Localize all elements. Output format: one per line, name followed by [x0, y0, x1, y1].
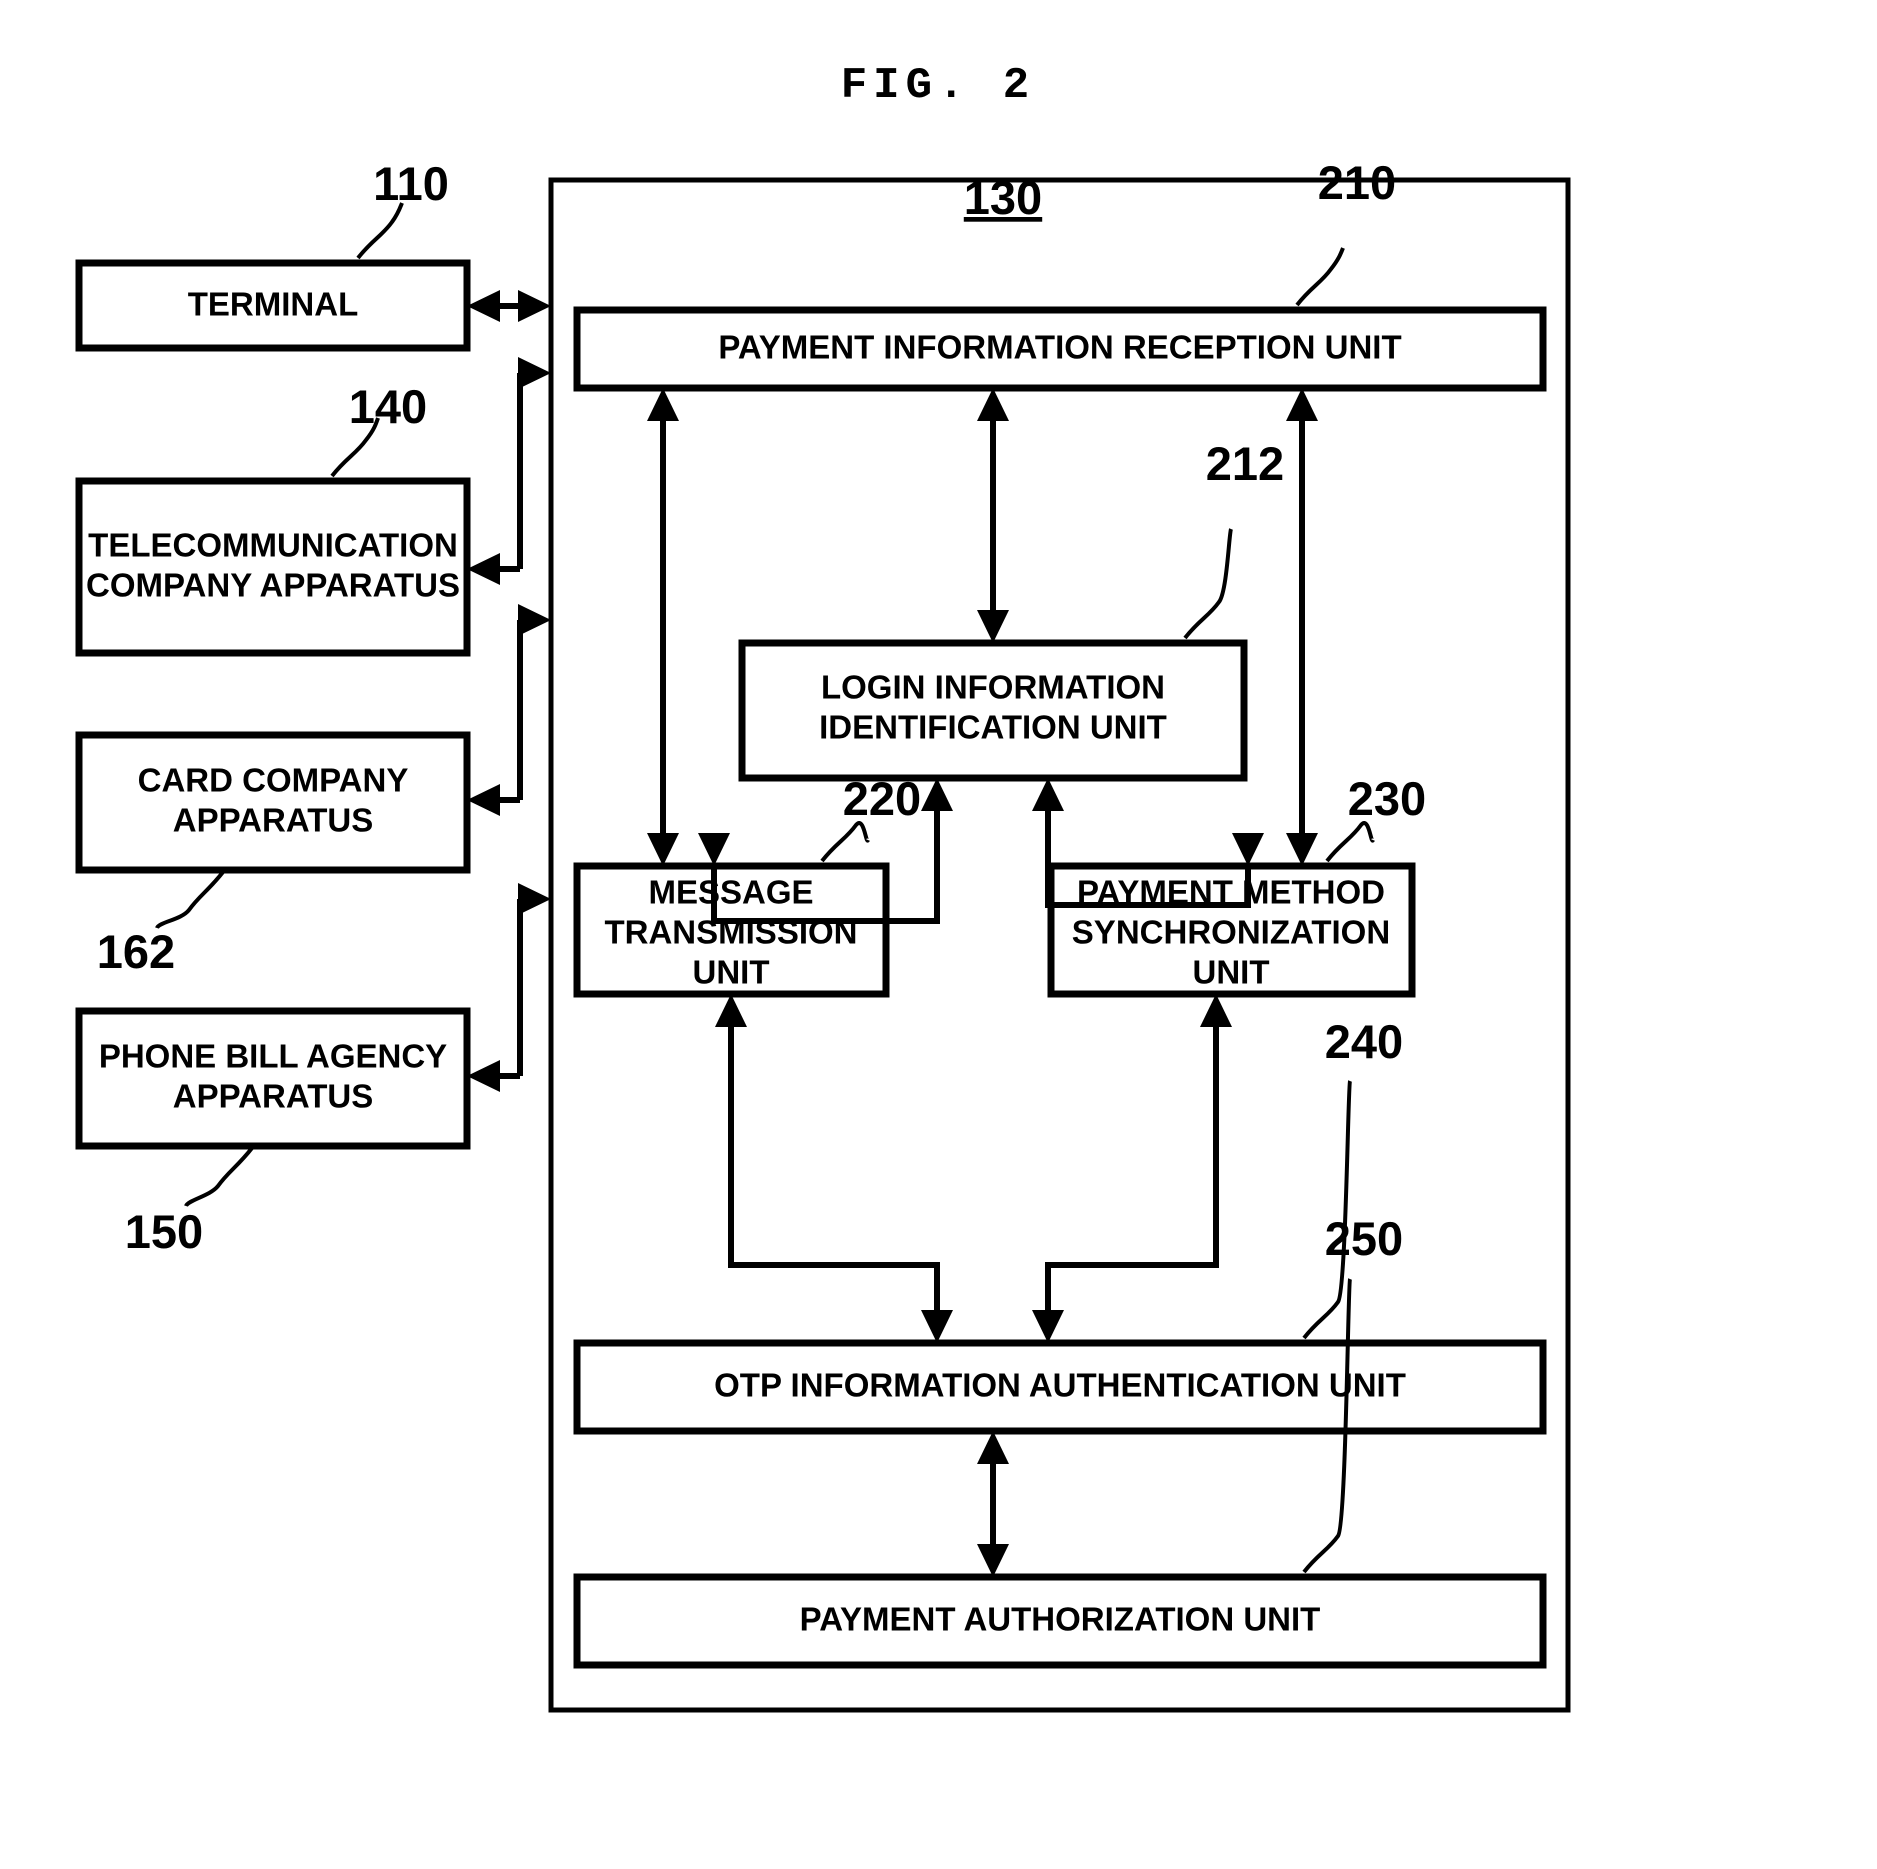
block-card-company-label-line1: CARD COMPANY — [138, 762, 409, 799]
ref-150: 150 — [125, 1205, 203, 1258]
ref-210: 210 — [1318, 156, 1396, 209]
figure-root: FIG. 2 130 TERMINAL 110 TELECOMMUNICATIO… — [0, 0, 1877, 1869]
arrowhead-into-container-card — [518, 604, 551, 636]
arrowhead-into-card — [467, 784, 500, 816]
arrowhead-into-phone — [467, 1060, 500, 1092]
connector-phone-bill-to-container — [467, 883, 551, 1092]
block-authorization-label: PAYMENT AUTHORIZATION UNIT — [800, 1601, 1321, 1638]
block-card-company-label-line2: APPARATUS — [173, 802, 373, 839]
ref-250: 250 — [1325, 1212, 1403, 1265]
ref-110: 110 — [373, 157, 449, 210]
ref-140: 140 — [349, 380, 427, 433]
block-sync-label-line3: UNIT — [1193, 954, 1270, 991]
ref-230: 230 — [1348, 772, 1426, 825]
ref-162: 162 — [97, 925, 175, 978]
connector-telecom-to-container — [467, 357, 551, 585]
block-sync-label-line2: SYNCHRONIZATION — [1072, 914, 1390, 951]
arrowhead-right — [518, 290, 551, 322]
ref-240: 240 — [1325, 1015, 1403, 1068]
ref-220: 220 — [843, 772, 921, 825]
block-reception-label: PAYMENT INFORMATION RECEPTION UNIT — [718, 329, 1401, 366]
block-telecom-label-line2: COMPANY APPARATUS — [86, 567, 460, 604]
connector-terminal-to-container — [467, 290, 551, 322]
ref-130: 130 — [964, 171, 1042, 224]
block-terminal-label: TERMINAL — [188, 286, 358, 323]
block-phone-bill-label-line1: PHONE BILL AGENCY — [99, 1038, 447, 1075]
leader-162 — [155, 870, 225, 930]
block-message-label-line1: MESSAGE — [648, 874, 813, 911]
arrowhead-into-container-phone — [518, 883, 551, 915]
block-message-label-line3: UNIT — [693, 954, 770, 991]
block-phone-bill-label-line2: APPARATUS — [173, 1078, 373, 1115]
patent-figure-svg: FIG. 2 130 TERMINAL 110 TELECOMMUNICATIO… — [75, 61, 1571, 1713]
leader-110 — [356, 202, 404, 260]
ref-212: 212 — [1206, 437, 1284, 490]
arrowhead-into-telecom — [467, 553, 500, 585]
figure-title: FIG. 2 — [841, 61, 1035, 111]
arrowhead-left — [467, 290, 500, 322]
block-telecom-label-line1: TELECOMMUNICATION — [88, 527, 458, 564]
connector-card-company-to-container — [467, 604, 551, 816]
block-login-label-line2: IDENTIFICATION UNIT — [819, 709, 1167, 746]
leader-150 — [184, 1146, 254, 1208]
block-otp-label: OTP INFORMATION AUTHENTICATION UNIT — [714, 1367, 1406, 1404]
arrowhead-into-container-telecom — [518, 357, 551, 389]
block-login-label-line1: LOGIN INFORMATION — [821, 669, 1165, 706]
